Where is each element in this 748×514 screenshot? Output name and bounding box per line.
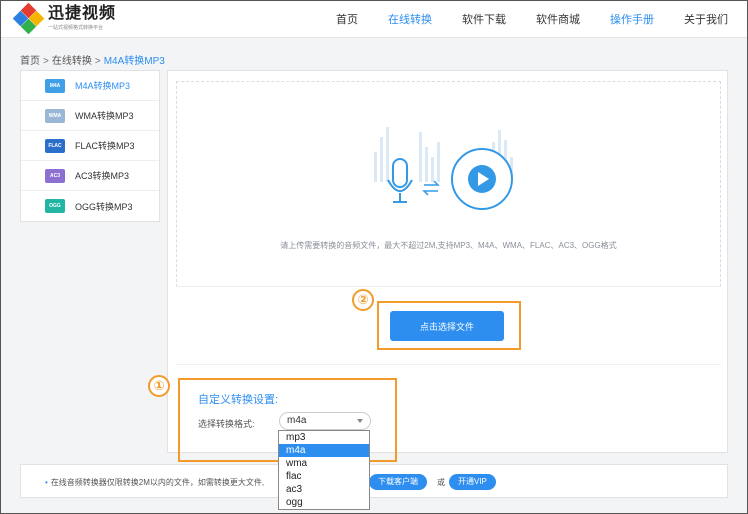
notice-text: • 在线音频转换器仅限转换2M以内的文件，如需转换更大文件, [45, 477, 264, 488]
audio-convert-illustration-icon [374, 127, 513, 210]
format-label: 选择转换格式: [198, 419, 255, 429]
format-option-flac[interactable]: flac [279, 470, 369, 483]
header: 迅捷视频 一站式视频格式转换平台 首页 在线转换 软件下载 软件商城 操作手册 … [0, 0, 748, 38]
format-option-wma[interactable]: wma [279, 457, 369, 470]
breadcrumb-current: M4A转换MP3 [103, 56, 165, 67]
sidebar-item-label: FLAC转换MP3 [75, 141, 135, 151]
chevron-down-icon [357, 419, 363, 423]
format-option-ac3[interactable]: ac3 [279, 483, 369, 496]
ac3-file-icon: AC3 [45, 168, 65, 183]
format-dropdown-list: mp3 m4a wma flac ac3 ogg [278, 430, 370, 510]
sidebar-item-flac[interactable]: FLAC FLAC转换MP3 [21, 131, 159, 161]
format-option-ogg[interactable]: ogg [279, 496, 369, 509]
format-select-value: m4a [287, 415, 307, 426]
format-select[interactable]: m4a [279, 412, 371, 430]
sidebar: M4A M4A转换MP3 WMA WMA转换MP3 FLAC FLAC转换MP3… [20, 70, 160, 222]
format-option-mp3[interactable]: mp3 [279, 431, 369, 444]
sidebar-item-m4a[interactable]: M4A M4A转换MP3 [21, 71, 159, 101]
sidebar-item-wma[interactable]: WMA WMA转换MP3 [21, 101, 159, 131]
nav-software-store[interactable]: 软件商城 [536, 11, 580, 27]
logo-name: 迅捷视频 [48, 5, 117, 22]
step-1-marker: ① [148, 375, 170, 397]
converter-panel: 请上传需要转换的音频文件，最大不超过2M,支持MP3、M4A、WMA、FLAC、… [148, 70, 728, 462]
divider [176, 286, 721, 287]
logo-slogan: 一站式视频格式转换平台 [48, 25, 104, 31]
breadcrumb: 首页 > 在线转换 > M4A转换MP3 [20, 52, 165, 67]
wma-file-icon: WMA [45, 108, 65, 123]
upload-hint: 请上传需要转换的音频文件，最大不超过2M,支持MP3、M4A、WMA、FLAC、… [280, 241, 617, 250]
divider [176, 364, 721, 365]
ogg-file-icon: OGG [45, 199, 65, 213]
logo[interactable]: 迅捷视频 一站式视频格式转换平台 [12, 2, 117, 35]
bullet-icon: • [45, 478, 48, 487]
download-client-button[interactable]: 下载客户端 [369, 474, 427, 490]
upload-drop-zone[interactable]: 请上传需要转换的音频文件，最大不超过2M,支持MP3、M4A、WMA、FLAC、… [176, 81, 721, 287]
nav-home[interactable]: 首页 [336, 11, 358, 27]
m4a-file-icon: M4A [45, 78, 65, 93]
custom-settings-title: 自定义转换设置: [198, 394, 279, 406]
breadcrumb-separator: > [43, 56, 49, 67]
logo-icon [12, 2, 45, 35]
step-2-marker: ② [352, 289, 374, 311]
choose-file-button[interactable]: 点击选择文件 [390, 311, 504, 341]
notice-message: 在线音频转换器仅限转换2M以内的文件，如需转换更大文件, [50, 478, 265, 487]
main-nav: 首页 在线转换 软件下载 软件商城 操作手册 关于我们 [306, 0, 728, 38]
or-text: 或 [437, 478, 445, 487]
notice-bar: • 在线音频转换器仅限转换2M以内的文件，如需转换更大文件, 下载客户端 或 开通… [20, 464, 728, 498]
sidebar-item-label: WMA转换MP3 [75, 111, 134, 121]
breadcrumb-section[interactable]: 在线转换 [52, 56, 92, 67]
sidebar-item-label: AC3转换MP3 [75, 171, 130, 181]
nav-online-convert[interactable]: 在线转换 [388, 11, 432, 27]
sidebar-item-ogg[interactable]: OGG OGG转换MP3 [21, 191, 159, 221]
flac-file-icon: FLAC [45, 138, 65, 153]
sidebar-item-ac3[interactable]: AC3 AC3转换MP3 [21, 161, 159, 191]
sidebar-item-label: OGG转换MP3 [75, 201, 133, 212]
open-vip-button[interactable]: 开通VIP [449, 474, 496, 490]
nav-software-download[interactable]: 软件下载 [462, 11, 506, 27]
nav-manual[interactable]: 操作手册 [610, 11, 654, 27]
nav-about[interactable]: 关于我们 [684, 11, 728, 27]
sidebar-item-label: M4A转换MP3 [75, 81, 131, 91]
breadcrumb-home[interactable]: 首页 [20, 56, 40, 67]
format-option-m4a[interactable]: m4a [279, 444, 369, 457]
breadcrumb-separator: > [94, 56, 101, 67]
